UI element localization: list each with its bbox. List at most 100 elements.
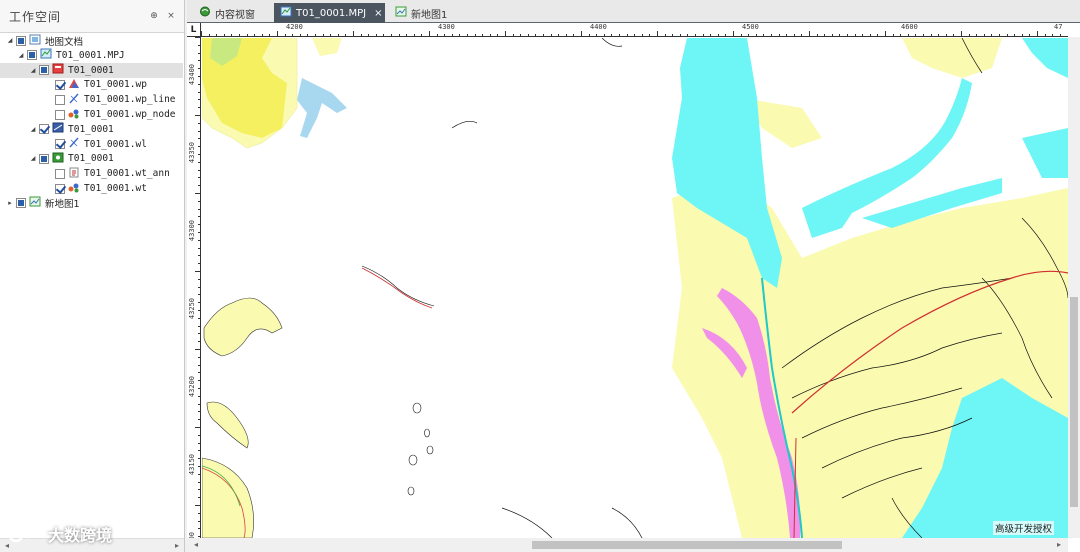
workspace-panel: 工作空间 ⊕ × ◢ 地图文档 ◢ T01_0001.MPJ ◢ T01_0001 T01_… xyxy=(0,0,185,552)
ruler-y-tick: 43150 xyxy=(188,454,196,476)
new-map-icon xyxy=(395,6,411,20)
area-layer-icon xyxy=(52,63,68,77)
ruler-y-tick: 43400 xyxy=(188,64,196,86)
expand-down-icon[interactable]: ◢ xyxy=(6,37,14,44)
tab-label: 新地图1 xyxy=(411,9,448,21)
tree-item[interactable]: T01_0001.wp xyxy=(0,77,147,92)
workspace-tree: ◢ 地图文档 ◢ T01_0001.MPJ ◢ T01_0001 T01_0001.wp T0… xyxy=(0,33,184,538)
tree-item[interactable]: ◢ T01_0001 xyxy=(0,151,114,166)
tree-item[interactable]: ◢ T01_0001 xyxy=(0,62,183,78)
horizontal-ruler: 4200 4300 4400 4500 4600 47 xyxy=(201,23,1068,37)
tab-0[interactable]: 内容视窗 xyxy=(193,3,261,23)
layer-visibility-checkbox[interactable] xyxy=(55,109,65,120)
watermark-text: 大数跨境 xyxy=(48,526,113,545)
tree-item[interactable]: ▸ 新地图1 xyxy=(0,196,80,211)
ruler-y-tick: 43250 xyxy=(188,298,196,320)
tree-item-label: T01_0001.wp_line xyxy=(84,94,176,106)
tree-item-label: T01_0001 xyxy=(68,123,114,135)
map-polygon-yellow xyxy=(202,457,254,538)
expand-right-icon[interactable]: ▸ xyxy=(6,199,14,207)
layer-visibility-checkbox[interactable] xyxy=(55,139,65,150)
layer-visibility-checkbox[interactable] xyxy=(16,198,26,209)
map-view[interactable]: L 4200 4300 4400 4500 4600 47 43400 43350 43300… xyxy=(187,23,1080,552)
map-horizontal-scrollbar[interactable]: ◂ ▸ xyxy=(187,538,1068,552)
tree-item[interactable]: T01_0001.wp_line xyxy=(0,92,176,107)
map-polygon-yellow xyxy=(312,38,342,56)
layer-visibility-checkbox[interactable] xyxy=(39,124,49,135)
tab-label: 内容视窗 xyxy=(215,9,255,21)
point-file-icon xyxy=(68,108,84,122)
pin-icon[interactable]: ⊕ xyxy=(147,9,161,23)
expand-down-icon[interactable]: ◢ xyxy=(29,155,37,162)
layer-visibility-checkbox[interactable] xyxy=(55,168,65,179)
tree-item-label: T01_0001 xyxy=(68,153,114,165)
map-polygon-lightblue xyxy=(297,78,347,138)
ruler-x-tick: 4300 xyxy=(438,23,455,31)
ruler-y-tick: 43350 xyxy=(188,142,196,164)
point-layer-icon xyxy=(52,152,68,166)
map-project-icon xyxy=(40,48,56,62)
close-icon[interactable]: × xyxy=(164,9,178,23)
ruler-y-tick: 43300 xyxy=(188,220,196,242)
ruler-x-tick: 4500 xyxy=(742,23,759,31)
scroll-left-icon[interactable]: ◂ xyxy=(189,538,203,552)
scroll-right-icon[interactable]: ▸ xyxy=(170,539,184,552)
ruler-x-tick: 4400 xyxy=(590,23,607,31)
license-label: 高级开发授权 xyxy=(992,521,1054,535)
tab-label: T01_0001.MPJ xyxy=(296,7,367,19)
map-canvas[interactable] xyxy=(202,38,1068,538)
tree-item-label: T01_0001.wp xyxy=(84,79,147,91)
ruler-y-tick: 43200 xyxy=(188,376,196,398)
layer-visibility-checkbox[interactable] xyxy=(27,50,37,61)
tree-item-label: 地图文档 xyxy=(45,36,84,48)
ruler-corner: L xyxy=(187,23,201,37)
tab-close-icon[interactable]: × xyxy=(374,8,382,19)
tree-item[interactable]: ◢ T01_0001.MPJ xyxy=(0,48,125,63)
tree-item-label: T01_0001.wl xyxy=(84,138,147,150)
watermark-logo-icon xyxy=(8,525,42,543)
map-polygon-cyan xyxy=(1022,128,1068,178)
tree-item[interactable]: T01_0001.wl xyxy=(0,137,147,152)
horizontal-scroll-thumb[interactable] xyxy=(532,541,842,549)
layer-visibility-checkbox[interactable] xyxy=(39,65,49,76)
tab-1[interactable]: T01_0001.MPJ × xyxy=(274,3,385,23)
tree-item-label: 新地图1 xyxy=(45,199,80,211)
tree-item-label: T01_0001.MPJ xyxy=(56,49,125,61)
polygon-file-icon xyxy=(68,78,84,92)
map-project-icon xyxy=(280,6,296,20)
layer-visibility-checkbox[interactable] xyxy=(55,94,65,105)
map-polygon-yellow xyxy=(203,297,283,357)
expand-down-icon[interactable]: ◢ xyxy=(17,52,25,59)
tree-item[interactable]: ◢ 地图文档 xyxy=(0,33,83,48)
document-tab-bar: 内容视窗 T01_0001.MPJ × 新地图1 xyxy=(187,0,1080,23)
content-view-icon xyxy=(199,6,215,20)
tree-item[interactable]: T01_0001.wt_ann xyxy=(0,166,170,181)
expand-down-icon[interactable]: ◢ xyxy=(29,67,37,74)
tab-2[interactable]: 新地图1 xyxy=(389,3,453,23)
map-vertical-scrollbar[interactable] xyxy=(1068,37,1080,538)
workspace-title: 工作空间 xyxy=(9,9,62,24)
layer-visibility-checkbox[interactable] xyxy=(55,79,65,90)
watermark: 大数跨境 xyxy=(8,522,112,546)
ruler-x-tick: 47 xyxy=(1054,23,1063,31)
workspace-header: 工作空间 ⊕ × xyxy=(0,0,184,33)
layer-visibility-checkbox[interactable] xyxy=(16,35,26,46)
tree-item-label: T01_0001.wt_ann xyxy=(84,168,170,180)
tree-item[interactable]: T01_0001.wp_node xyxy=(0,107,176,122)
scroll-right-icon[interactable]: ▸ xyxy=(1052,538,1066,552)
line-file-icon xyxy=(68,93,84,107)
line-layer-icon xyxy=(52,122,68,136)
layer-visibility-checkbox[interactable] xyxy=(39,153,49,164)
annotation-file-icon xyxy=(68,167,84,181)
tree-item[interactable]: T01_0001.wt xyxy=(0,181,147,196)
expand-down-icon[interactable]: ◢ xyxy=(29,126,37,133)
tree-item-label: T01_0001.wt xyxy=(84,183,147,194)
geologic-map[interactable] xyxy=(202,38,1068,538)
layer-visibility-checkbox[interactable] xyxy=(55,183,65,194)
map-polygon-yellow xyxy=(206,401,249,449)
vertical-scroll-thumb[interactable] xyxy=(1070,297,1078,507)
tree-item[interactable]: ◢ T01_0001 xyxy=(0,122,114,137)
map-polygon-cyan xyxy=(1022,38,1068,78)
app-window: 工作空间 ⊕ × ◢ 地图文档 ◢ T01_0001.MPJ ◢ T01_0001 T01_… xyxy=(0,0,1080,552)
tree-item-label: T01_0001 xyxy=(68,64,114,76)
